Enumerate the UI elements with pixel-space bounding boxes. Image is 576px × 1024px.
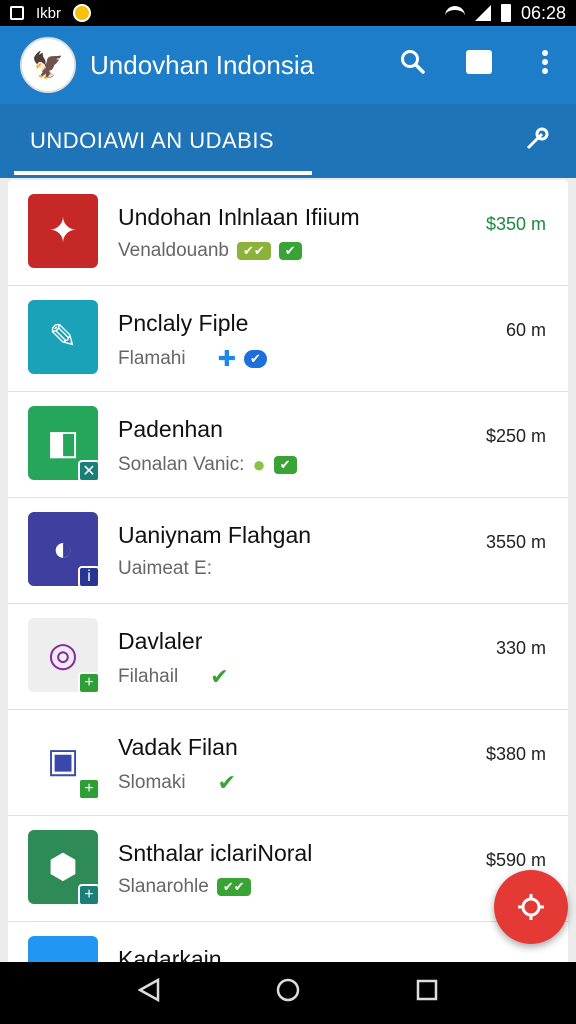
item-price: 330 m <box>495 638 546 658</box>
check-circle-icon: ● <box>252 452 266 477</box>
item-subtitle: Venaldouanb <box>118 240 229 261</box>
list-item[interactable]: ◧ ✕ Padenhan Sonalan Vanic: ● ✔ $250 m <box>8 392 568 498</box>
tool-icon[interactable] <box>524 126 550 159</box>
check-icon: ✔ <box>210 664 229 689</box>
item-subtitle: Slanarohle <box>118 876 209 897</box>
list-item[interactable]: ✎ Pnclaly Fiple Flamahi ✚ ✔ 60 m <box>8 286 568 392</box>
app-icon: ⬢ + <box>28 830 100 906</box>
app-bar: 🦅 Undovhan Indonsia <box>0 26 576 104</box>
status-bar: Ikbr 06:28 <box>0 0 576 26</box>
app-icon: ▣ + <box>28 724 100 800</box>
item-price: 3550 m <box>485 532 546 552</box>
item-subtitle: Filahail <box>118 666 179 687</box>
badge-icon: ✕ <box>78 460 100 482</box>
item-price: $350 m <box>485 214 546 234</box>
app-list: ✦ Undohan Inlnlaan Ifiium Venaldouanb ✔✔… <box>8 180 568 962</box>
item-price: $590 m <box>485 850 546 870</box>
list-item[interactable]: ✦ Undohan Inlnlaan Ifiium Venaldouanb ✔✔… <box>8 180 568 286</box>
app-icon: ◎ + <box>28 618 100 694</box>
add-badge-icon: + <box>78 778 100 800</box>
recents-icon[interactable] <box>407 978 447 1009</box>
item-subtitle: Flamahi <box>118 348 186 369</box>
list-item[interactable]: ◐ i Uaniynam Flahgan Uaimeat E: 3550 m <box>8 498 568 604</box>
list-item[interactable]: ◎ + Davlaler Filahail ✔ 330 m <box>8 604 568 710</box>
item-title: Uaniynam Flahgan <box>118 522 312 548</box>
app-icon: ◧ ✕ <box>28 406 100 482</box>
status-left-text: Ikbr <box>36 4 62 22</box>
list-item[interactable]: ⬢ + Snthalar iclariNoral Slanarohle ✔✔ $… <box>8 816 568 922</box>
app-icon: ✦ <box>28 194 98 268</box>
add-badge-icon: + <box>78 884 100 906</box>
notification-box-icon <box>10 6 24 20</box>
add-badge-icon: + <box>78 672 100 694</box>
check-tag-icon: ✔ <box>244 350 267 368</box>
item-title: Snthalar iclariNoral <box>118 840 313 866</box>
check-tag-icon: ✔✔ <box>216 878 251 896</box>
item-price: $250 m <box>485 426 546 446</box>
check-icon: ✔ <box>217 770 237 795</box>
app-icon: ✎ <box>28 300 98 374</box>
check-tag-icon: ✔✔ <box>236 242 271 260</box>
puzzle-icon: ✚ <box>217 346 237 371</box>
item-title: Undohan Inlnlaan Ifiium <box>118 204 360 230</box>
item-title: Davlaler <box>118 628 203 654</box>
list-item[interactable]: ▣ + Vadak Filan Slomaki ✔ $380 m <box>8 710 568 816</box>
item-title: Pnclaly Fiple <box>118 310 249 336</box>
tab-indicator <box>14 171 312 175</box>
navigation-target-icon[interactable] <box>494 870 568 944</box>
item-subtitle: Sonalan Vanic: <box>118 454 245 475</box>
system-nav-bar <box>0 962 576 1024</box>
check-tag-icon: ✔ <box>278 242 302 260</box>
item-title: Padenhan <box>118 416 223 442</box>
item-price: $380 m <box>485 744 546 764</box>
check-tag-icon: ✔ <box>273 456 297 474</box>
app-title: Undovhan Indonsia <box>90 49 315 80</box>
wallet-icon <box>73 4 92 22</box>
home-icon[interactable] <box>268 977 308 1010</box>
wifi-icon <box>444 6 465 20</box>
back-icon[interactable] <box>129 977 169 1009</box>
item-title: Vadak Filan <box>118 734 238 760</box>
status-time: 06:28 <box>520 2 566 23</box>
app-icon: ● <box>28 936 98 962</box>
item-subtitle: Slomaki <box>118 772 186 793</box>
signal-icon <box>474 5 491 21</box>
list-item[interactable]: ● Kadarkain <box>8 922 568 962</box>
tab-bar: UNDOIAWI AN UDABIS <box>0 104 576 178</box>
search-icon[interactable] <box>398 49 428 82</box>
item-subtitle: Uaimeat E: <box>118 558 212 579</box>
battery-icon <box>500 4 511 22</box>
garuda-emblem-icon[interactable]: 🦅 <box>20 37 76 93</box>
more-vert-icon[interactable] <box>530 49 560 82</box>
item-price: 60 m <box>505 320 546 340</box>
tab-main[interactable]: UNDOIAWI AN UDABIS <box>30 128 274 154</box>
badge-icon: i <box>78 566 100 588</box>
chat-icon[interactable] <box>464 49 494 81</box>
item-title: Kadarkain <box>118 946 222 962</box>
app-icon: ◐ i <box>28 512 100 588</box>
